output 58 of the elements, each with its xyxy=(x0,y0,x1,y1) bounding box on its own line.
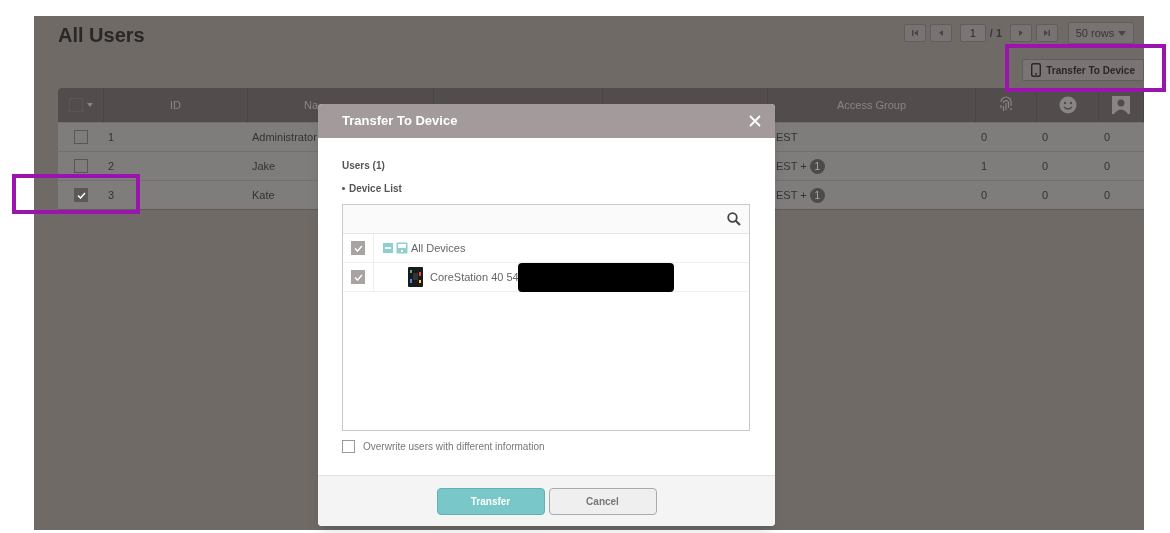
tree-item-label[interactable]: All Devices xyxy=(411,239,466,257)
fingerprint-icon xyxy=(998,96,1014,114)
next-page-arrow-icon xyxy=(1017,29,1025,37)
table-cell: Kate xyxy=(252,188,275,201)
caret-icon xyxy=(1118,30,1127,36)
table-cell-text: 0 xyxy=(1041,129,1050,145)
users-count-label: Users (1) xyxy=(342,159,386,173)
table-cell-text: 0 xyxy=(1103,158,1112,174)
count-badge: 1 xyxy=(809,187,825,203)
table-cell: Administrator xyxy=(252,130,317,143)
table-cell-text: EST + xyxy=(776,187,807,203)
device-board-icon xyxy=(408,267,423,287)
tablet-icon xyxy=(1031,63,1042,77)
overwrite-option-label: Overwrite users with different information xyxy=(363,440,545,454)
column-header[interactable]: Na xyxy=(304,96,319,114)
tree-item-label[interactable]: CoreStation 40 54 xyxy=(430,268,519,286)
table-cell-text: EST + xyxy=(776,158,807,174)
table-cell: 2 xyxy=(108,159,115,172)
dialog-title: Transfer To Device xyxy=(342,112,458,131)
page-title: All Users xyxy=(58,23,145,48)
next-page-button[interactable] xyxy=(1010,24,1032,42)
checkbox[interactable] xyxy=(351,270,365,284)
page-number-field[interactable]: 1 xyxy=(959,24,986,42)
column-header[interactable]: Access Group xyxy=(836,96,907,114)
previous-page-button[interactable] xyxy=(929,24,952,42)
table-cell-text: 0 xyxy=(980,129,989,145)
checkbox[interactable] xyxy=(74,130,88,144)
table-cell: 1 xyxy=(108,130,115,143)
table-cell-text: EST xyxy=(776,129,798,145)
checkbox[interactable] xyxy=(342,440,355,453)
device-list-label: Device List xyxy=(349,182,402,196)
transfer-button[interactable]: Transfer xyxy=(436,487,545,515)
first-page-arrow-icon xyxy=(910,29,919,37)
caret-icon[interactable] xyxy=(86,103,93,107)
table-cell-text: 0 xyxy=(1103,187,1112,203)
table-cell: Jake xyxy=(252,159,276,172)
close-icon[interactable] xyxy=(749,115,761,127)
device-group-icon xyxy=(396,242,408,254)
table-cell-text: 0 xyxy=(980,187,989,203)
table-cell-text: 0 xyxy=(1041,158,1050,174)
count-badge: 1 xyxy=(809,158,825,174)
table-cell: 3 xyxy=(108,188,115,201)
smiley-face-icon xyxy=(1058,96,1077,114)
checkbox[interactable] xyxy=(74,159,88,173)
cancel-button[interactable]: Cancel xyxy=(548,487,657,515)
bullet-icon xyxy=(342,187,345,190)
user-photo-icon xyxy=(1112,96,1130,114)
transfer-to-device-button[interactable]: Transfer To Device xyxy=(1022,59,1144,81)
table-cell-text: 0 xyxy=(1041,187,1050,203)
checkbox[interactable] xyxy=(74,188,88,202)
checkbox[interactable] xyxy=(351,241,365,255)
last-page-button[interactable] xyxy=(1036,24,1058,42)
collapse-toggle-icon[interactable] xyxy=(383,243,393,253)
search-icon[interactable] xyxy=(727,212,741,226)
first-page-button[interactable] xyxy=(903,24,926,42)
table-cell-text: 1 xyxy=(980,158,989,174)
last-page-arrow-icon xyxy=(1043,29,1051,37)
table-cell-text: 0 xyxy=(1103,129,1112,145)
